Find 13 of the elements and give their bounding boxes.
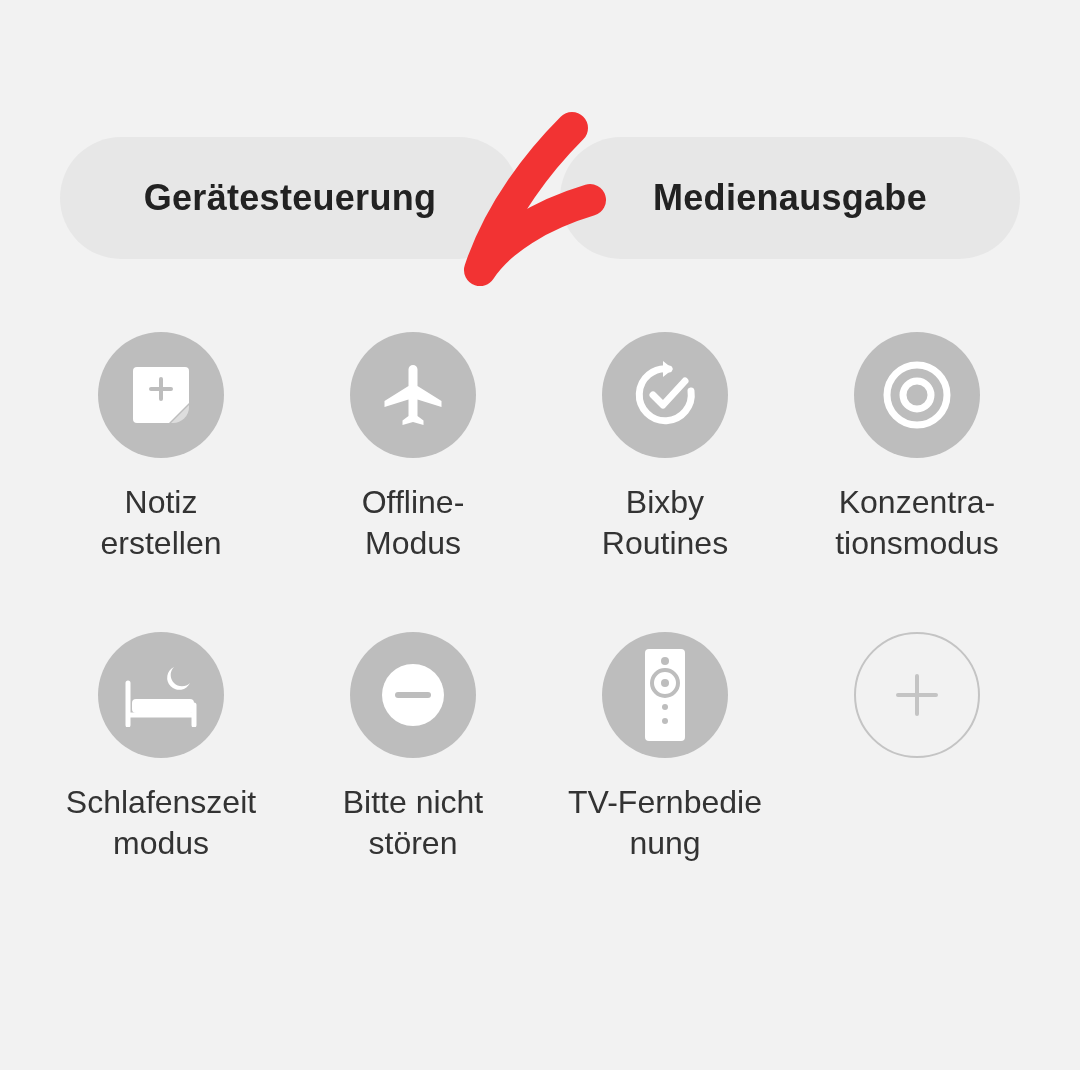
tile-label: Notiz erstellen	[100, 483, 222, 563]
tile-label: Offline- Modus	[361, 483, 465, 563]
target-icon	[881, 359, 953, 431]
tile-label: Konzentra- tionsmodus	[835, 483, 999, 563]
minus-circle-icon	[381, 663, 445, 727]
tab-button[interactable]: Medienausgabe	[560, 137, 1020, 259]
add-button[interactable]	[854, 632, 980, 758]
tile-label: Schlafenszeit modus	[65, 783, 257, 863]
tile-label: Bixby Routines	[601, 483, 729, 563]
plus-icon	[895, 673, 939, 717]
tile-label: TV-Fernbedie nung	[568, 783, 762, 863]
tile-label: Bitte nicht stören	[342, 783, 484, 863]
remote-icon	[645, 649, 685, 741]
